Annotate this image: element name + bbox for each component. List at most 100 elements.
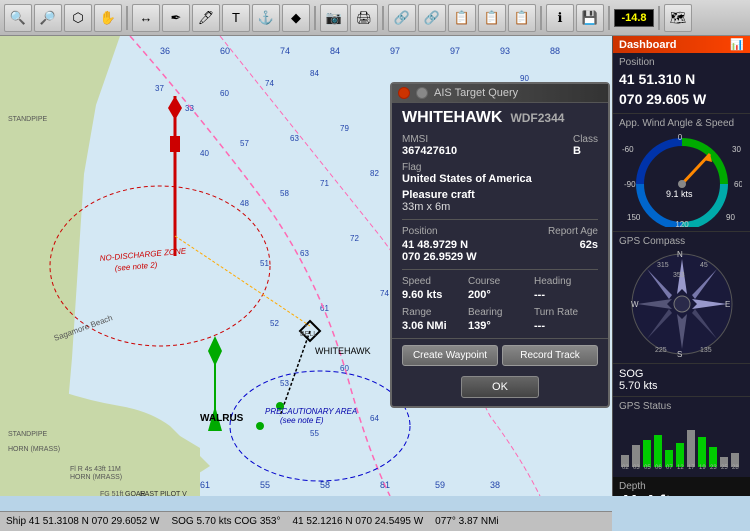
dashboard-panel: Dashboard 📊 Position 41 51.310 N 070 29.… bbox=[612, 36, 750, 496]
ais-mmsi-line: MMSI 367427610 Class B bbox=[402, 133, 598, 157]
svg-text:45: 45 bbox=[700, 262, 708, 269]
toolbar-pen[interactable]: 🖊 bbox=[192, 4, 220, 32]
svg-text:19: 19 bbox=[699, 465, 706, 470]
sog-label: SOG bbox=[619, 368, 643, 380]
toolbar-waypoint[interactable]: ◆ bbox=[282, 4, 310, 32]
toolbar-draw[interactable]: ✒ bbox=[162, 4, 190, 32]
svg-text:WALRUS: WALRUS bbox=[200, 413, 244, 424]
dashboard-icon: 📊 bbox=[730, 38, 744, 51]
status-bar: Ship 41 51.3108 N 070 29.6052 W SOG 5.70… bbox=[0, 511, 612, 531]
ais-position-lat: 41 48.9729 N bbox=[402, 239, 468, 251]
toolbar-anchor[interactable]: ⚓ bbox=[252, 4, 280, 32]
svg-text:FG 51ft: FG 51ft bbox=[100, 491, 123, 496]
svg-text:72: 72 bbox=[350, 234, 359, 243]
svg-text:90: 90 bbox=[726, 213, 735, 222]
svg-text:N: N bbox=[677, 250, 683, 259]
svg-text:63: 63 bbox=[290, 134, 299, 143]
svg-text:88: 88 bbox=[550, 46, 560, 56]
svg-text:07: 07 bbox=[666, 465, 673, 470]
dashboard-header: Dashboard 📊 bbox=[613, 36, 750, 53]
toolbar-text[interactable]: T bbox=[222, 4, 250, 32]
ais-heading-value: --- bbox=[534, 289, 598, 301]
svg-text:71: 71 bbox=[320, 179, 329, 188]
svg-text:E: E bbox=[725, 300, 730, 309]
toolbar-clipboard2[interactable]: 📋 bbox=[478, 4, 506, 32]
svg-text:NO-DISCHARGE ZONE: NO-DISCHARGE ZONE bbox=[99, 246, 187, 263]
svg-text:84: 84 bbox=[310, 69, 319, 78]
position-lat: 41 51.310 N bbox=[619, 70, 744, 90]
ais-vessel-id: WDF2344 bbox=[510, 111, 564, 125]
ais-ok-button[interactable]: OK bbox=[461, 376, 539, 398]
create-waypoint-button[interactable]: Create Waypoint bbox=[402, 345, 498, 366]
ais-position-label: Position bbox=[402, 226, 438, 237]
ais-speed-value: 9.60 kts bbox=[402, 289, 466, 301]
ais-body: WHITEHAWK WDF2344 MMSI 367427610 Class B… bbox=[392, 103, 608, 338]
toolbar-route[interactable]: ↔ bbox=[132, 4, 160, 32]
ais-divider-2 bbox=[402, 269, 598, 270]
svg-text:-90: -90 bbox=[624, 180, 636, 189]
svg-text:84: 84 bbox=[330, 46, 340, 56]
toolbar-clipboard1[interactable]: 📋 bbox=[448, 4, 476, 32]
svg-text:40: 40 bbox=[200, 149, 209, 158]
ais-course-value: 200° bbox=[468, 289, 532, 301]
ais-minimize-button[interactable] bbox=[416, 87, 428, 99]
toolbar-camera[interactable]: 📷 bbox=[320, 4, 348, 32]
svg-text:59: 59 bbox=[435, 480, 445, 490]
toolbar-link1[interactable]: 🔗 bbox=[388, 4, 416, 32]
gps-status-section: GPS Status 02 03 05 06 07 12 17 19 23 25 bbox=[613, 397, 750, 477]
svg-text:58: 58 bbox=[320, 480, 330, 490]
dashboard-title: Dashboard bbox=[619, 39, 676, 51]
toolbar-sep-4 bbox=[540, 6, 542, 30]
svg-text:PRECAUTIONARY AREA: PRECAUTIONARY AREA bbox=[265, 407, 357, 416]
svg-text:135: 135 bbox=[700, 347, 712, 354]
ais-close-button[interactable] bbox=[398, 87, 410, 99]
svg-text:(see note E): (see note E) bbox=[280, 416, 324, 425]
ais-data-grid-1: Speed Course Heading 9.60 kts 200° --- bbox=[402, 276, 598, 301]
ais-data-grid-2: Range Bearing Turn Rate 3.06 NMi 139° --… bbox=[402, 307, 598, 332]
ais-range-label: Range bbox=[402, 307, 466, 318]
svg-text:36: 36 bbox=[160, 46, 170, 56]
toolbar-zoom-out[interactable]: 🔎 bbox=[34, 4, 62, 32]
svg-text:61: 61 bbox=[320, 304, 329, 313]
toolbar-save[interactable]: 💾 bbox=[576, 4, 604, 32]
record-track-button[interactable]: Record Track bbox=[502, 345, 598, 366]
ais-flag-label: Flag bbox=[402, 162, 421, 173]
toolbar-print[interactable]: 🖨 bbox=[350, 4, 378, 32]
position-label: Position bbox=[619, 57, 744, 68]
toolbar-select[interactable]: ⬡ bbox=[64, 4, 92, 32]
wind-gauge: 0 30 60 90 120 150 -90 -60 9.1 kts bbox=[622, 132, 742, 227]
toolbar-hand[interactable]: ✋ bbox=[94, 4, 122, 32]
svg-text:60: 60 bbox=[340, 364, 349, 373]
svg-text:57: 57 bbox=[240, 139, 249, 148]
ais-turn-rate-value: --- bbox=[534, 320, 598, 332]
toolbar-info[interactable]: ℹ bbox=[546, 4, 574, 32]
ais-vessel-name-row: WHITEHAWK WDF2344 bbox=[402, 109, 598, 127]
ais-report-age: 62s bbox=[580, 239, 598, 251]
svg-text:HORN (MRASS): HORN (MRASS) bbox=[70, 474, 122, 481]
ais-titlebar: AIS Target Query bbox=[392, 84, 608, 103]
ais-mmsi-value: 367427610 bbox=[402, 145, 457, 157]
toolbar-clipboard3[interactable]: 📋 bbox=[508, 4, 536, 32]
svg-text:23: 23 bbox=[710, 465, 717, 470]
ais-course-label: Course bbox=[468, 276, 532, 287]
svg-text:64: 64 bbox=[370, 414, 379, 423]
status-ship-position: Ship 41 51.3108 N 070 29.6052 W bbox=[6, 516, 159, 527]
svg-text:0: 0 bbox=[677, 133, 682, 142]
toolbar-link2[interactable]: 🔗 bbox=[418, 4, 446, 32]
compass-rose: N S E W 315 45 135 225 353 bbox=[627, 249, 737, 359]
ais-popup: AIS Target Query WHITEHAWK WDF2344 MMSI … bbox=[390, 82, 610, 408]
svg-text:97: 97 bbox=[390, 46, 400, 56]
ais-position-lon: 070 26.9529 W bbox=[402, 251, 598, 263]
toolbar-zoom-in[interactable]: 🔍 bbox=[4, 4, 32, 32]
ais-ok-row: OK bbox=[392, 372, 608, 406]
svg-text:97: 97 bbox=[450, 46, 460, 56]
svg-text:120: 120 bbox=[675, 220, 689, 227]
toolbar-map[interactable]: 🗺 bbox=[664, 4, 692, 32]
svg-text:12: 12 bbox=[677, 465, 684, 470]
svg-text:25: 25 bbox=[721, 465, 728, 470]
svg-text:05: 05 bbox=[644, 465, 651, 470]
ais-bearing-label: Bearing bbox=[468, 307, 532, 318]
svg-text:STANDPIPE: STANDPIPE bbox=[8, 431, 47, 438]
toolbar-speed-display: -14.8 bbox=[614, 9, 654, 27]
sog-section: SOG 5.70 kts bbox=[613, 364, 750, 397]
